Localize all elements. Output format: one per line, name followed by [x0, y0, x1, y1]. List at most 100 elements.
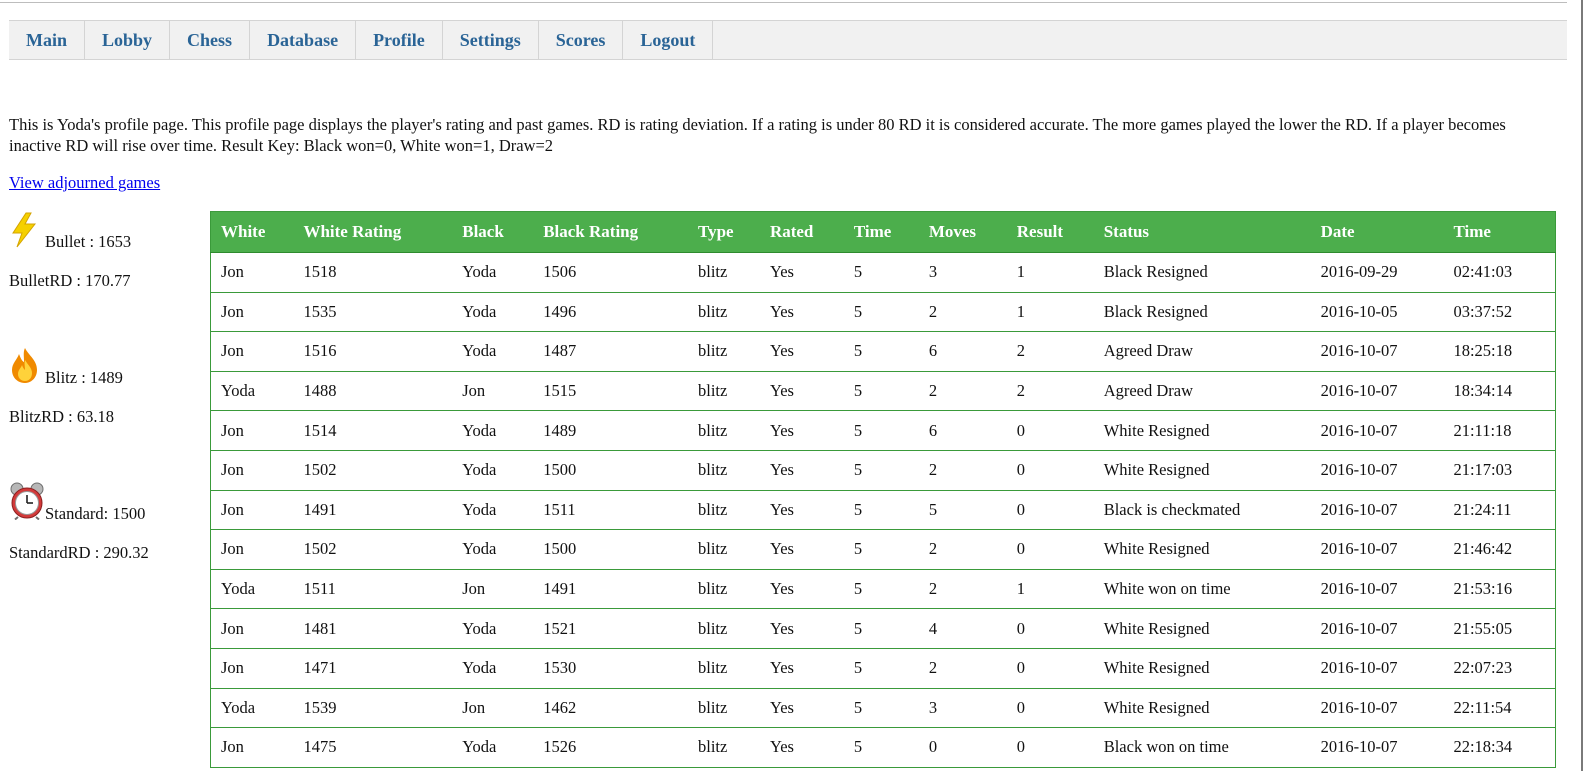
cell-white: Yoda [210, 569, 294, 610]
cell-status: White Resigned [1093, 648, 1311, 689]
cell-type: blitz [688, 331, 760, 372]
cell-white: Jon [210, 648, 294, 689]
cell-time: 5 [843, 648, 919, 689]
nav-database[interactable]: Database [250, 21, 357, 59]
cell-black: Jon [452, 688, 534, 729]
cell-moves: 3 [918, 252, 1007, 293]
cell-result: 1 [1006, 252, 1094, 293]
cell-result: 0 [1006, 727, 1094, 768]
cell-moves: 2 [918, 529, 1007, 570]
cell-white-rating: 1475 [293, 727, 453, 768]
cell-time: 5 [843, 608, 919, 649]
view-adjourned-games-link[interactable]: View adjourned games [9, 173, 160, 193]
table-row: Jon 1535 Yoda 1496 blitz Yes 5 2 1 Black Resigned… [210, 292, 1557, 333]
cell-black: Yoda [452, 608, 534, 649]
header-time: Time [843, 211, 919, 253]
cell-white: Jon [210, 727, 294, 768]
table-row: Jon 1502 Yoda 1500 blitz Yes 5 2 0 White Resigned… [210, 450, 1557, 491]
nav-main[interactable]: Main [9, 21, 86, 59]
cell-rated: Yes [759, 688, 844, 729]
cell-white: Jon [210, 608, 294, 649]
cell-clock-time: 21:55:05 [1443, 608, 1557, 649]
standard-rating: Standard: 1500 [45, 504, 146, 523]
cell-result: 1 [1006, 292, 1094, 333]
cell-time: 5 [843, 410, 919, 451]
cell-type: blitz [688, 529, 760, 570]
cell-date: 2016-10-07 [1310, 490, 1444, 531]
cell-time: 5 [843, 569, 919, 610]
cell-rated: Yes [759, 410, 844, 451]
cell-white: Jon [210, 410, 294, 451]
cell-black: Jon [452, 569, 534, 610]
header-white: White [210, 211, 294, 253]
cell-time: 5 [843, 331, 919, 372]
cell-moves: 3 [918, 688, 1007, 729]
cell-clock-time: 21:53:16 [1443, 569, 1557, 610]
cell-type: blitz [688, 648, 760, 689]
blitz-rating: Blitz : 1489 [45, 368, 123, 387]
alarm-clock-icon [9, 482, 45, 522]
cell-white: Jon [210, 450, 294, 491]
cell-type: blitz [688, 608, 760, 649]
cell-clock-time: 22:18:34 [1443, 727, 1557, 768]
cell-black-rating: 1491 [533, 569, 689, 610]
nav-logout[interactable]: Logout [623, 21, 714, 59]
cell-black-rating: 1506 [533, 252, 689, 293]
cell-result: 2 [1006, 331, 1094, 372]
cell-black: Jon [452, 371, 534, 412]
cell-date: 2016-10-07 [1310, 569, 1444, 610]
header-status: Status [1093, 211, 1311, 253]
cell-white-rating: 1518 [293, 252, 453, 293]
cell-black: Yoda [452, 727, 534, 768]
cell-type: blitz [688, 490, 760, 531]
cell-rated: Yes [759, 450, 844, 491]
bullet-rd: BulletRD : 170.77 [9, 271, 131, 290]
cell-date: 2016-10-07 [1310, 727, 1444, 768]
nav-lobby[interactable]: Lobby [85, 21, 171, 59]
cell-white-rating: 1514 [293, 410, 453, 451]
top-divider [0, 2, 1583, 3]
scrollbar-track[interactable] [1567, 0, 1581, 771]
cell-date: 2016-10-07 [1310, 688, 1444, 729]
cell-clock-time: 22:11:54 [1443, 688, 1557, 729]
nav-settings[interactable]: Settings [443, 21, 539, 59]
cell-date: 2016-09-29 [1310, 252, 1444, 293]
cell-moves: 0 [918, 727, 1007, 768]
cell-white-rating: 1471 [293, 648, 453, 689]
cell-rated: Yes [759, 648, 844, 689]
nav-chess[interactable]: Chess [170, 21, 251, 59]
cell-white: Jon [210, 331, 294, 372]
cell-time: 5 [843, 688, 919, 729]
cell-type: blitz [688, 450, 760, 491]
cell-type: blitz [688, 292, 760, 333]
cell-date: 2016-10-07 [1310, 371, 1444, 412]
cell-white: Yoda [210, 688, 294, 729]
cell-rated: Yes [759, 371, 844, 412]
nav-scores[interactable]: Scores [539, 21, 624, 59]
cell-black: Yoda [452, 331, 534, 372]
cell-type: blitz [688, 410, 760, 451]
cell-clock-time: 02:41:03 [1443, 252, 1557, 293]
cell-status: Black is checkmated [1093, 490, 1311, 531]
header-black: Black [452, 211, 534, 253]
cell-rated: Yes [759, 727, 844, 768]
table-row: Jon 1475 Yoda 1526 blitz Yes 5 0 0 Black won on t… [210, 727, 1557, 768]
cell-moves: 2 [918, 292, 1007, 333]
cell-white-rating: 1491 [293, 490, 453, 531]
cell-white: Jon [210, 490, 294, 531]
cell-type: blitz [688, 252, 760, 293]
header-date: Date [1310, 211, 1444, 253]
cell-status: White Resigned [1093, 529, 1311, 570]
cell-clock-time: 21:46:42 [1443, 529, 1557, 570]
nav-profile[interactable]: Profile [356, 21, 443, 59]
table-row: Jon 1516 Yoda 1487 blitz Yes 5 6 2 Agreed Draw 201… [210, 331, 1557, 372]
lightning-icon [9, 212, 45, 252]
table-row: Yoda 1539 Jon 1462 blitz Yes 5 3 0 White Resigned… [210, 688, 1557, 729]
cell-white-rating: 1535 [293, 292, 453, 333]
cell-status: Black Resigned [1093, 252, 1311, 293]
page-frame: Main Lobby Chess Database Profile Settin… [0, 0, 1583, 771]
cell-black-rating: 1500 [533, 529, 689, 570]
cell-date: 2016-10-07 [1310, 331, 1444, 372]
cell-black: Yoda [452, 529, 534, 570]
cell-white: Yoda [210, 371, 294, 412]
